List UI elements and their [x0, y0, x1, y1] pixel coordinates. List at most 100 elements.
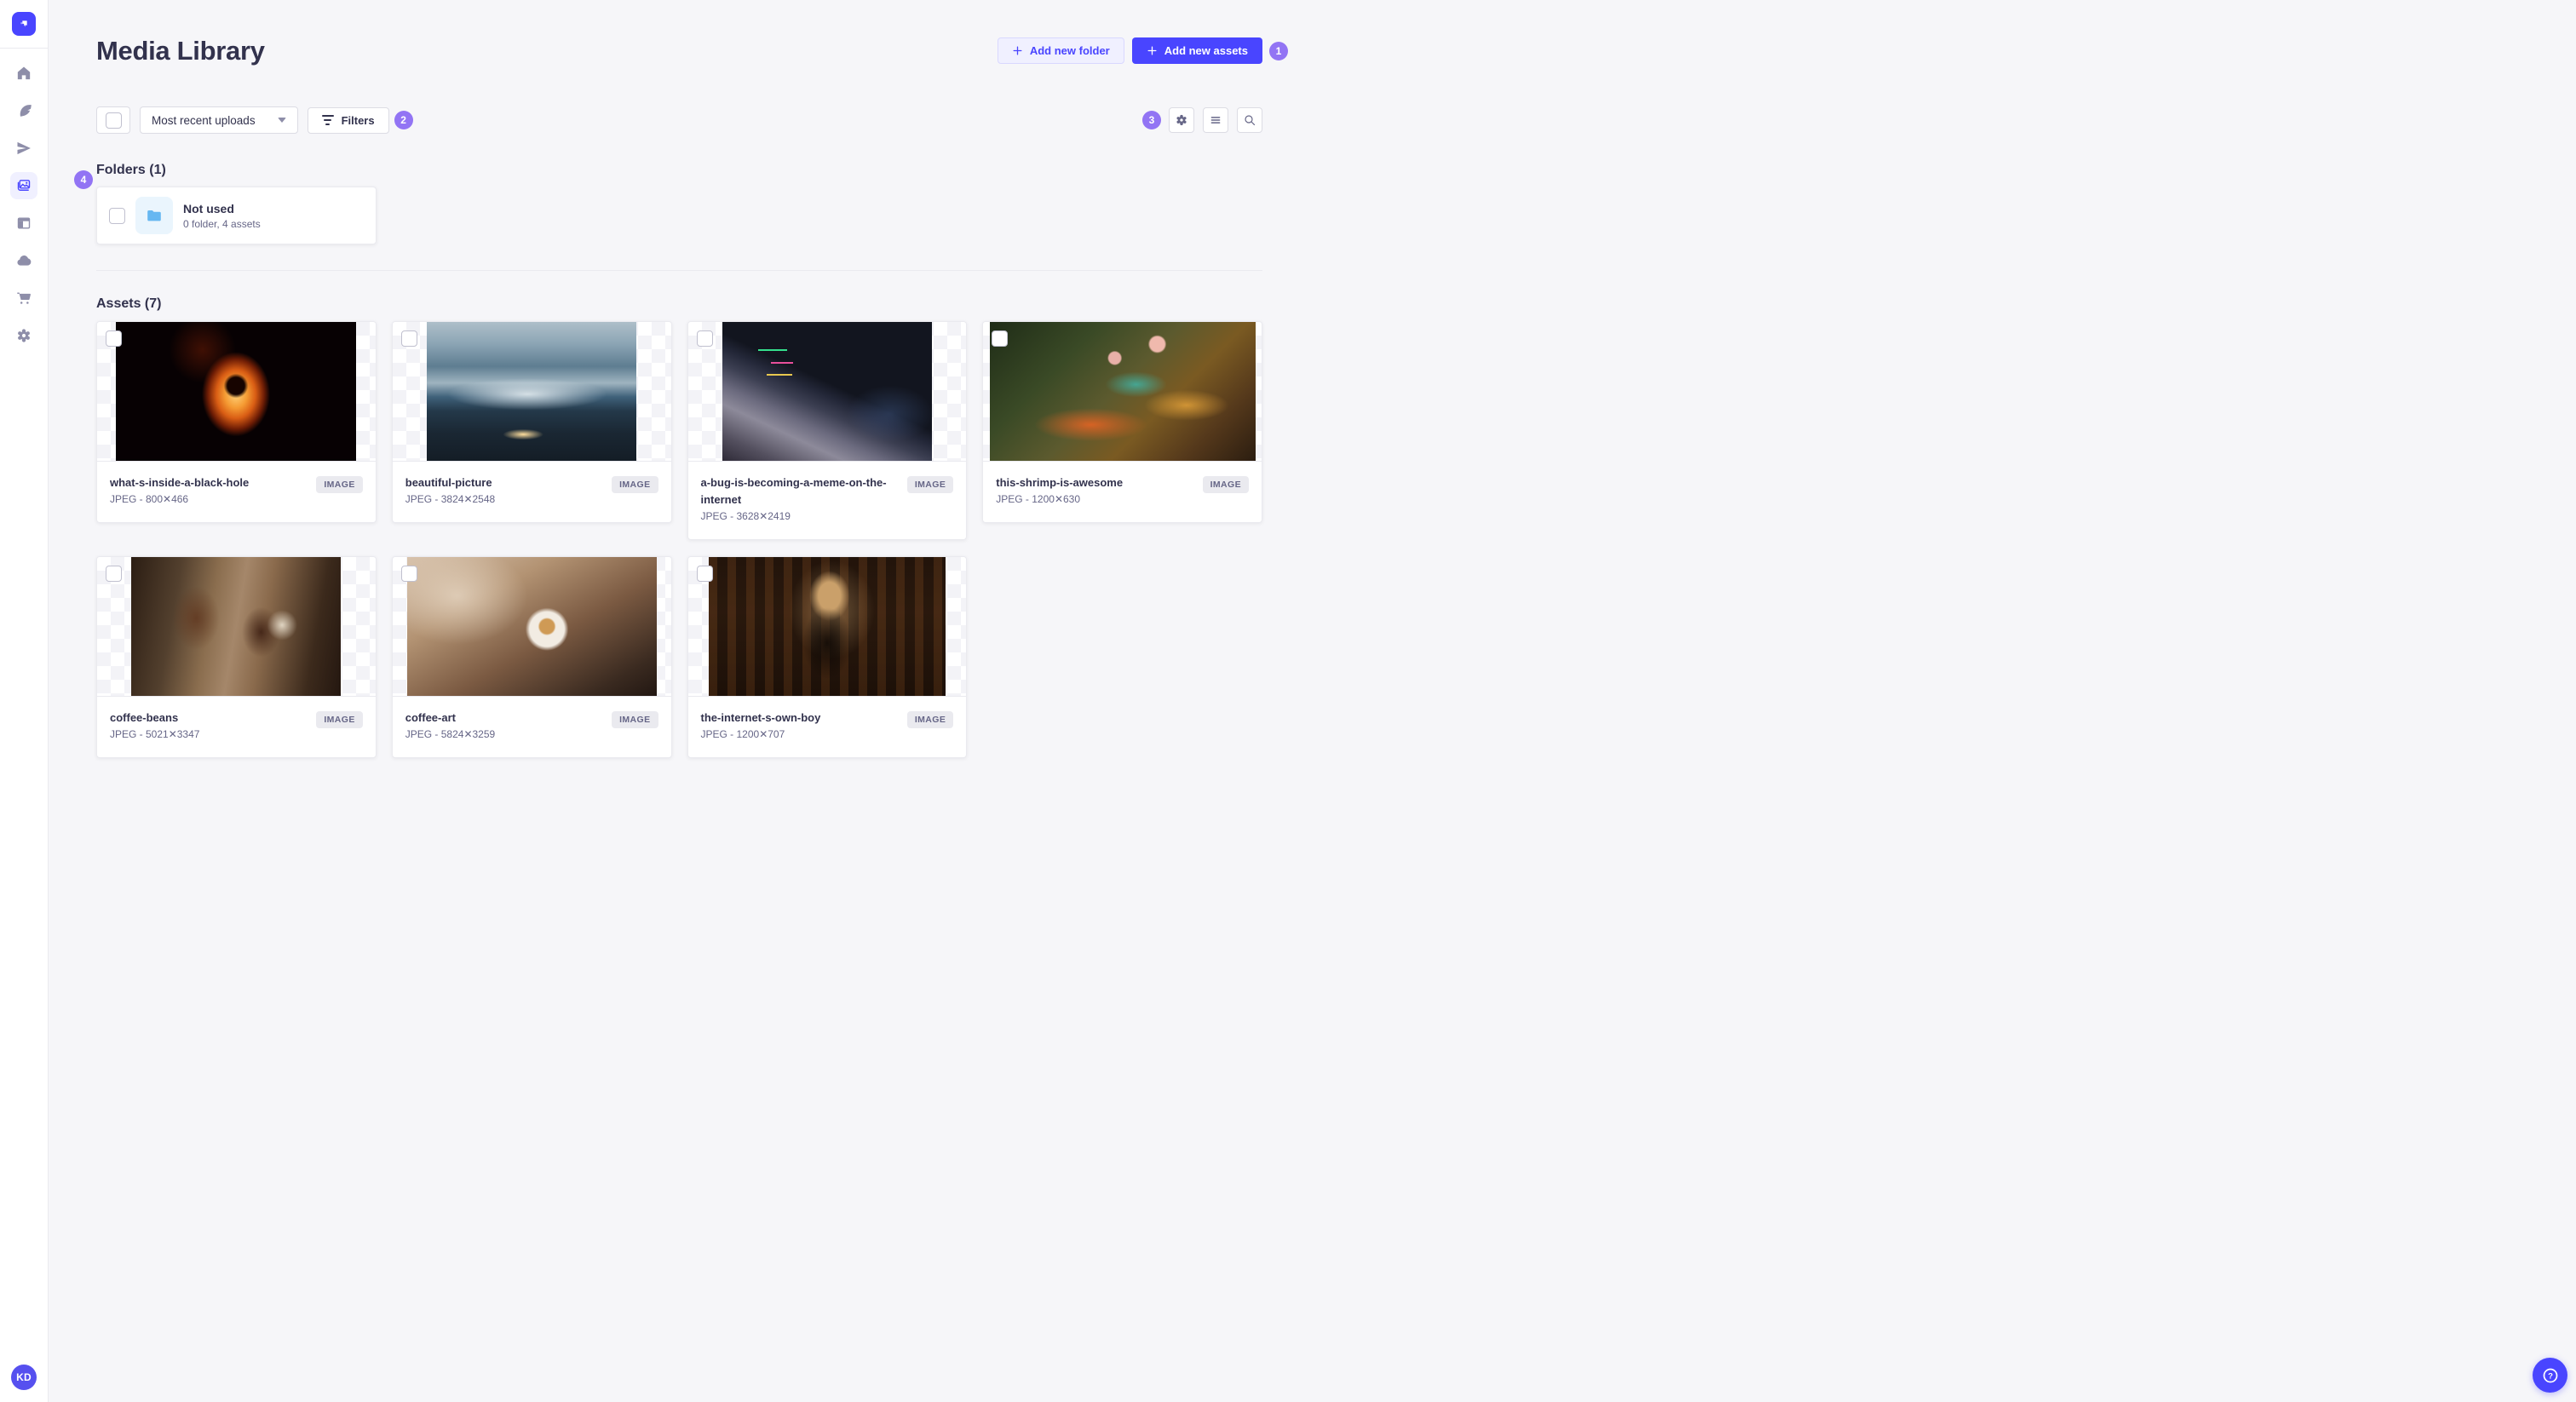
- sidebar-item-home[interactable]: [10, 60, 37, 87]
- filters-label: Filters: [341, 113, 375, 127]
- assets-heading: Assets (7): [96, 296, 162, 311]
- asset-card[interactable]: what-s-inside-a-black-hole JPEG - 800✕46…: [96, 321, 377, 523]
- sort-select[interactable]: Most recent uploads: [140, 106, 298, 134]
- asset-checkbox[interactable]: [992, 330, 1009, 347]
- tour-step-badge-3[interactable]: 3: [1142, 111, 1161, 129]
- sidebar-nav: [10, 60, 37, 349]
- toolbar-left: Most recent uploads Filters 2: [96, 106, 413, 134]
- asset-title: coffee-beans: [110, 711, 179, 724]
- cart-icon: [17, 292, 31, 304]
- sidebar-item-media-library[interactable]: [10, 172, 37, 199]
- folder-tile: [135, 197, 173, 234]
- asset-text: a-bug-is-becoming-a-meme-on-the-internet…: [701, 474, 899, 522]
- asset-card[interactable]: coffee-art JPEG - 5824✕3259 IMAGE: [391, 556, 672, 758]
- gear-icon: [1176, 114, 1187, 126]
- add-new-folder-button[interactable]: Add new folder: [997, 37, 1124, 64]
- sidebar-item-content-type-builder[interactable]: [10, 210, 37, 237]
- sidebar-divider: [0, 48, 49, 49]
- asset-thumbnail: [687, 322, 967, 462]
- asset-photo-coffee-beans: [131, 557, 342, 696]
- asset-card[interactable]: the-internet-s-own-boy JPEG - 1200✕707 I…: [687, 556, 968, 758]
- tour-step-badge-4[interactable]: 4: [74, 170, 93, 189]
- asset-title: beautiful-picture: [405, 476, 492, 489]
- home-icon: [17, 66, 31, 80]
- asset-title: what-s-inside-a-black-hole: [110, 476, 250, 489]
- list-view-button[interactable]: [1203, 107, 1228, 133]
- folder-checkbox[interactable]: [109, 207, 125, 224]
- search-button[interactable]: [1237, 107, 1262, 133]
- sidebar-item-marketplace[interactable]: [10, 284, 37, 312]
- asset-card[interactable]: this-shrimp-is-awesome JPEG - 1200✕630 I…: [982, 321, 1262, 523]
- asset-text: this-shrimp-is-awesome JPEG - 1200✕630: [996, 474, 1123, 505]
- asset-meta: JPEG - 3628✕2419: [700, 510, 791, 522]
- asset-type-badge: IMAGE: [906, 476, 954, 493]
- add-new-assets-button[interactable]: Add new assets: [1131, 37, 1262, 64]
- asset-info: a-bug-is-becoming-a-meme-on-the-internet…: [688, 462, 967, 539]
- asset-checkbox[interactable]: [400, 566, 417, 582]
- select-all-button[interactable]: [96, 106, 130, 134]
- asset-title: a-bug-is-becoming-a-meme-on-the-internet: [700, 476, 887, 506]
- main-content: Media Library Add new folder Add new ass…: [49, 0, 1288, 758]
- asset-info: the-internet-s-own-boy JPEG - 1200✕707 I…: [688, 697, 967, 757]
- asset-card[interactable]: beautiful-picture JPEG - 3824✕2548 IMAGE: [391, 321, 672, 523]
- help-button[interactable]: ?: [2533, 1358, 2567, 1393]
- asset-photo-mountains: [427, 322, 637, 461]
- view-options: 3: [1142, 107, 1262, 133]
- sidebar-item-content[interactable]: [10, 97, 37, 124]
- asset-title: coffee-art: [405, 711, 456, 724]
- page-header: Media Library Add new folder Add new ass…: [96, 0, 1288, 66]
- asset-checkbox[interactable]: [106, 566, 122, 582]
- asset-thumbnail: [97, 557, 376, 697]
- asset-type-badge: IMAGE: [316, 711, 363, 728]
- asset-info: this-shrimp-is-awesome JPEG - 1200✕630 I…: [983, 462, 1262, 522]
- grid-settings-button[interactable]: [1169, 107, 1194, 133]
- asset-checkbox[interactable]: [106, 330, 122, 347]
- media-library-icon: [17, 180, 31, 191]
- sidebar-item-settings[interactable]: [10, 322, 37, 349]
- tour-step-badge-1[interactable]: 1: [1269, 41, 1288, 60]
- asset-meta: JPEG - 5021✕3347: [110, 728, 200, 740]
- filters-button[interactable]: Filters: [307, 106, 389, 134]
- asset-photo-black-hole: [116, 322, 357, 461]
- tour-step-badge-2[interactable]: 2: [394, 111, 413, 129]
- asset-card[interactable]: a-bug-is-becoming-a-meme-on-the-internet…: [687, 321, 968, 540]
- asset-type-badge: IMAGE: [612, 476, 658, 493]
- sidebar-item-deploy[interactable]: [10, 247, 37, 274]
- strapi-logo[interactable]: [12, 12, 36, 36]
- folder-text: Not used 0 folder, 4 assets: [183, 202, 261, 230]
- asset-photo-library-boy: [708, 557, 946, 696]
- select-all-checkbox[interactable]: [105, 112, 122, 129]
- sort-select-value: Most recent uploads: [152, 113, 256, 127]
- asset-checkbox[interactable]: [696, 330, 713, 347]
- asset-meta: JPEG - 3824✕2548: [405, 493, 496, 505]
- sidebar: KD: [0, 0, 49, 1402]
- plus-icon: [1013, 46, 1022, 55]
- feather-icon: [20, 105, 32, 117]
- list-icon: [1210, 117, 1221, 124]
- asset-card[interactable]: coffee-beans JPEG - 5021✕3347 IMAGE: [96, 556, 377, 758]
- asset-photo-coffee-art: [406, 557, 657, 696]
- folder-card[interactable]: Not used 0 folder, 4 assets: [96, 187, 377, 244]
- asset-type-badge: IMAGE: [1202, 476, 1249, 493]
- asset-text: what-s-inside-a-black-hole JPEG - 800✕46…: [110, 474, 249, 505]
- filter-icon: [321, 115, 334, 125]
- send-icon: [17, 141, 31, 155]
- question-circle-icon: ?: [2543, 1368, 2557, 1382]
- asset-meta: JPEG - 5824✕3259: [405, 728, 496, 740]
- plus-icon: [1147, 46, 1157, 55]
- asset-text: coffee-beans JPEG - 5021✕3347: [110, 710, 199, 740]
- asset-thumbnail: [392, 557, 671, 697]
- asset-info: beautiful-picture JPEG - 3824✕2548 IMAGE: [393, 462, 671, 522]
- asset-meta: JPEG - 1200✕707: [700, 728, 785, 740]
- folders-heading: Folders (1): [96, 163, 166, 177]
- search-icon: [1245, 115, 1256, 126]
- user-avatar[interactable]: KD: [11, 1365, 37, 1390]
- sidebar-item-releases[interactable]: [10, 135, 37, 162]
- svg-text:?: ?: [2548, 1371, 2553, 1381]
- asset-meta: JPEG - 800✕466: [110, 493, 189, 505]
- asset-thumbnail: [687, 557, 967, 697]
- asset-checkbox[interactable]: [400, 330, 417, 347]
- asset-checkbox[interactable]: [696, 566, 713, 582]
- asset-thumbnail: [97, 322, 376, 462]
- asset-text: the-internet-s-own-boy JPEG - 1200✕707: [701, 710, 821, 740]
